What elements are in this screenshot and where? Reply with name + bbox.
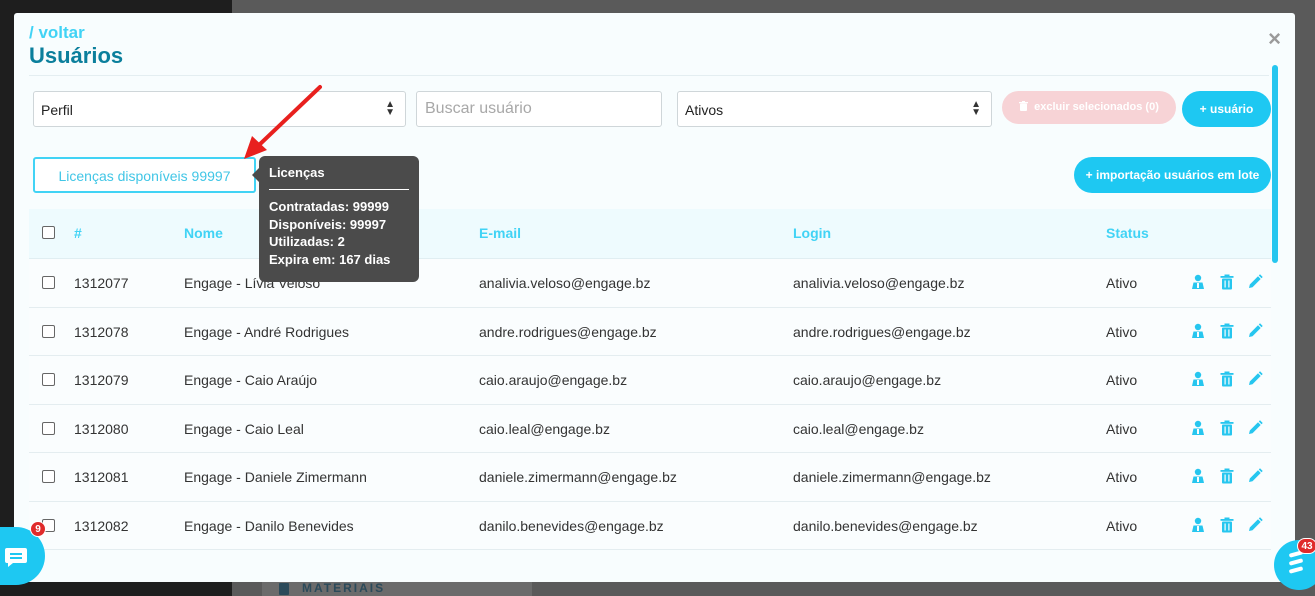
cell-status: Ativo — [1106, 372, 1138, 388]
select-arrows-icon: ▲ ▼ — [385, 99, 395, 118]
scrollbar[interactable] — [1272, 65, 1278, 263]
cell-id: 1312077 — [74, 275, 129, 291]
engage-badge: 43 — [1297, 538, 1315, 554]
column-header-login[interactable]: Login — [793, 225, 831, 241]
search-input[interactable] — [416, 91, 662, 127]
user-icon[interactable] — [1190, 323, 1206, 339]
cell-id: 1312079 — [74, 372, 129, 388]
cell-status: Ativo — [1106, 420, 1138, 437]
cell-nome: Engage - André Rodrigues — [184, 323, 349, 340]
cell-login: daniele.zimermann@engage.bz — [793, 469, 991, 485]
delete-selected-label: excluir selecionados (0) — [1034, 101, 1159, 113]
chat-badge: 9 — [30, 521, 46, 537]
trash-icon[interactable] — [1219, 371, 1235, 387]
cell-email: caio.leal@engage.bz — [479, 420, 610, 437]
trash-icon[interactable] — [1219, 323, 1235, 339]
tooltip-contracted: Contratadas: 99999 — [269, 199, 389, 214]
users-modal: / voltar Usuários × Perfil ▲▼ Ativos ▲▼ … — [14, 13, 1295, 582]
cell-nome: Engage - Caio Leal — [184, 420, 304, 437]
cell-login: analivia.veloso@engage.bz — [793, 275, 965, 291]
cell-status: Ativo — [1106, 323, 1138, 340]
status-select[interactable]: Ativos ▲ ▼ — [677, 91, 992, 127]
cell-login: caio.leal@engage.bz — [793, 420, 924, 437]
cell-login: caio.araujo@engage.bz — [793, 372, 942, 388]
licenses-tooltip: Licenças Contratadas: 99999 Disponíveis:… — [252, 156, 419, 282]
cell-email: caio.araujo@engage.bz — [479, 372, 628, 388]
user-icon[interactable] — [1190, 517, 1206, 533]
cell-id: 1312080 — [74, 420, 129, 437]
tooltip-arrow — [252, 168, 259, 182]
cell-email: daniele.zimermann@engage.bz — [479, 469, 677, 485]
table-body: 1312077 Engage - Lívia Veloso analivia.v… — [29, 259, 1271, 550]
cell-nome: Engage - Caio Araújo — [184, 372, 318, 388]
cell-id: 1312081 — [74, 469, 129, 485]
user-icon[interactable] — [1190, 420, 1206, 436]
user-icon[interactable] — [1190, 468, 1206, 484]
trash-icon[interactable] — [1219, 468, 1235, 484]
cell-nome: Engage - Daniele Zimermann — [184, 469, 367, 485]
cell-email: andre.rodrigues@engage.bz — [479, 323, 657, 340]
cell-nome: Engage - Danilo Benevides — [184, 517, 354, 534]
back-link[interactable]: / voltar — [29, 23, 85, 43]
bulk-import-button[interactable]: + importação usuários em lote — [1074, 157, 1271, 193]
pencil-icon[interactable] — [1247, 274, 1263, 290]
cell-email: danilo.benevides@engage.bz — [479, 517, 664, 534]
table-row[interactable]: 1312078 Engage - André Rodrigues andre.r… — [29, 307, 1271, 356]
trash-icon — [1019, 101, 1029, 111]
user-icon[interactable] — [1190, 371, 1206, 387]
table-row[interactable]: 1312080 Engage - Caio Leal caio.leal@eng… — [29, 404, 1271, 453]
close-icon[interactable]: × — [1268, 28, 1281, 50]
pencil-icon[interactable] — [1247, 516, 1263, 533]
users-table: # Nome E-mail Login Status 1312077 Engag… — [29, 209, 1271, 550]
cell-email: analivia.veloso@engage.bz — [479, 275, 651, 291]
cell-status: Ativo — [1106, 517, 1138, 534]
row-checkbox[interactable] — [42, 373, 55, 386]
table-row[interactable]: 1312081 Engage - Daniele Zimermann danie… — [29, 453, 1271, 502]
column-header-id[interactable]: # — [74, 225, 82, 241]
tooltip-used: Utilizadas: 2 — [269, 234, 345, 249]
cell-login: danilo.benevides@engage.bz — [793, 517, 978, 534]
row-checkbox[interactable] — [42, 470, 55, 483]
column-header-nome[interactable]: Nome — [184, 225, 223, 241]
licenses-button[interactable]: Licenças disponíveis 99997 — [33, 157, 256, 193]
tooltip-available: Disponíveis: 99997 — [269, 216, 387, 232]
delete-selected-button[interactable]: excluir selecionados (0) — [1002, 91, 1176, 124]
page-title: Usuários — [29, 43, 124, 68]
book-icon — [279, 583, 289, 595]
select-all-checkbox[interactable] — [42, 226, 55, 239]
chat-icon — [5, 548, 27, 567]
engage-logo-icon — [1289, 550, 1303, 574]
select-arrows-icon: ▲ ▼ — [971, 99, 981, 118]
tooltip-expires: Expira em: 167 dias — [269, 251, 391, 267]
pencil-icon[interactable] — [1247, 419, 1263, 436]
add-user-button[interactable]: + usuário — [1182, 91, 1271, 127]
status-select-value: Ativos — [685, 102, 724, 118]
perfil-select-value: Perfil — [41, 102, 73, 118]
column-header-status[interactable]: Status — [1106, 225, 1149, 241]
user-icon[interactable] — [1190, 274, 1206, 290]
table-row[interactable]: 1312082 Engage - Danilo Benevides danilo… — [29, 501, 1271, 550]
table-header: # Nome E-mail Login Status — [29, 209, 1271, 259]
trash-icon[interactable] — [1219, 274, 1235, 290]
table-row[interactable]: 1312077 Engage - Lívia Veloso analivia.v… — [29, 259, 1271, 308]
row-checkbox[interactable] — [42, 276, 55, 289]
row-checkbox[interactable] — [42, 421, 55, 435]
cell-id: 1312078 — [74, 323, 129, 340]
cell-status: Ativo — [1106, 469, 1138, 485]
tooltip-title: Licenças — [269, 165, 409, 190]
pencil-icon[interactable] — [1247, 322, 1263, 339]
cell-login: andre.rodrigues@engage.bz — [793, 323, 971, 340]
pencil-icon[interactable] — [1247, 468, 1263, 484]
table-row[interactable]: 1312079 Engage - Caio Araújo caio.araujo… — [29, 356, 1271, 405]
row-checkbox[interactable] — [42, 324, 55, 338]
cell-status: Ativo — [1106, 275, 1138, 291]
pencil-icon[interactable] — [1247, 371, 1263, 387]
perfil-select[interactable]: Perfil ▲ ▼ — [33, 91, 406, 127]
trash-icon[interactable] — [1219, 517, 1235, 533]
divider — [29, 75, 1269, 76]
column-header-email[interactable]: E-mail — [479, 225, 521, 241]
cell-id: 1312082 — [74, 517, 129, 534]
backdrop-sidebar-label: MATERIAIS — [302, 581, 386, 595]
trash-icon[interactable] — [1219, 420, 1235, 436]
